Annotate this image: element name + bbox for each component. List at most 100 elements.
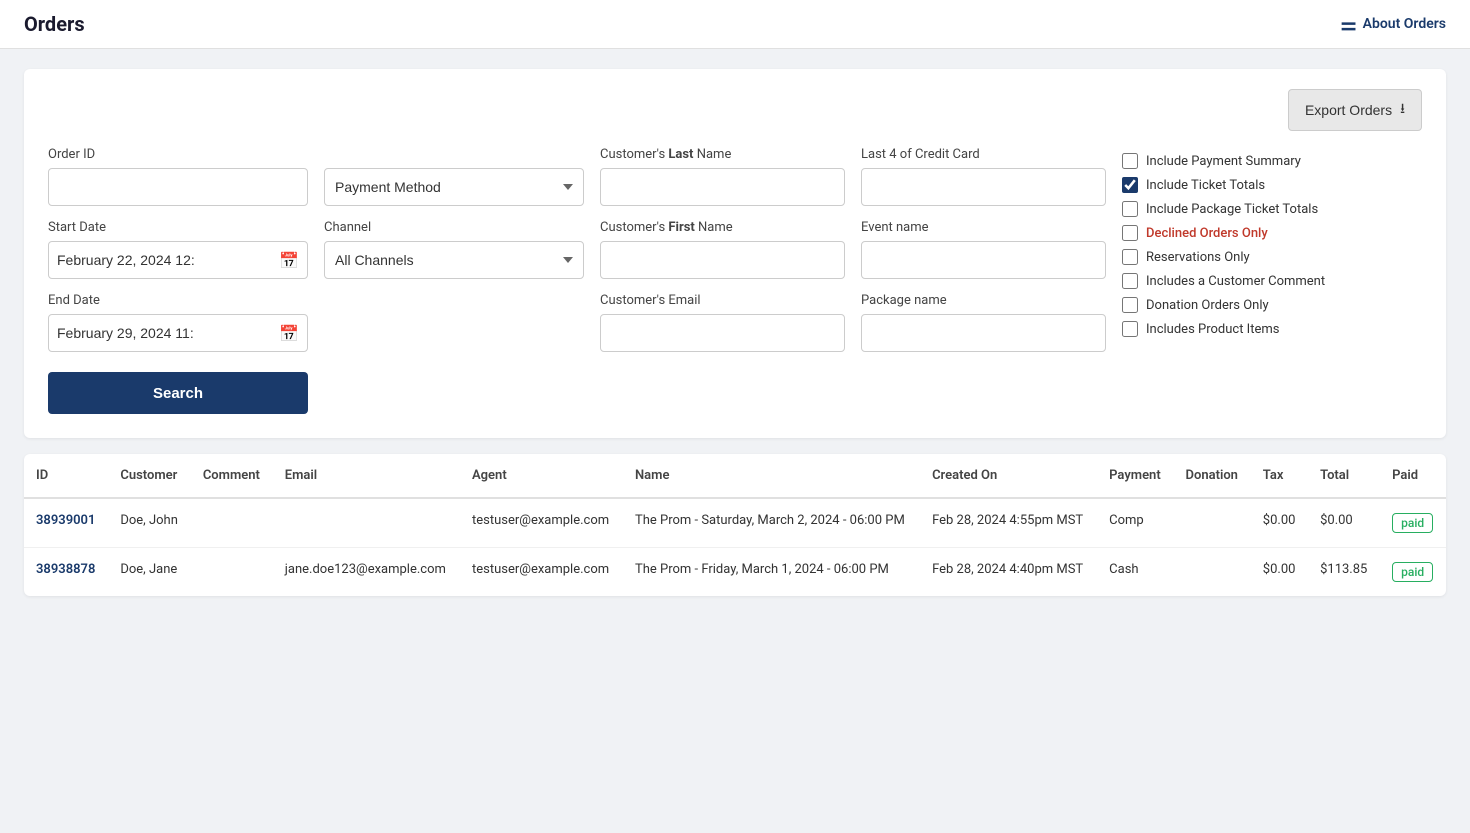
checkbox-reservations-only-label: Reservations Only [1146, 250, 1250, 265]
checkbox-includes-product-items-label: Includes Product Items [1146, 322, 1279, 337]
checkbox-include-package-ticket-totals[interactable]: Include Package Ticket Totals [1122, 199, 1422, 219]
paid-badge: paid [1392, 513, 1433, 533]
channel-label: Channel [324, 220, 584, 235]
customer-first-name-input[interactable] [600, 241, 845, 279]
checkbox-declined-orders-only-input[interactable] [1122, 225, 1138, 241]
about-icon: ⚌ [1341, 14, 1357, 35]
order-id-input[interactable] [48, 168, 308, 206]
event-name-label: Event name [861, 220, 1106, 235]
table-row: 38938878 Doe, Jane jane.doe123@example.c… [24, 548, 1446, 597]
payment-method-label [324, 147, 584, 162]
checkbox-donation-orders-only-label: Donation Orders Only [1146, 298, 1269, 313]
customer-email-group: Customer's Email [600, 293, 845, 352]
checkbox-donation-orders-only-input[interactable] [1122, 297, 1138, 313]
col-header-tax: Tax [1251, 454, 1308, 498]
last4-cc-label: Last 4 of Credit Card [861, 147, 1106, 162]
end-date-input[interactable] [57, 325, 275, 341]
checkbox-includes-product-items-input[interactable] [1122, 321, 1138, 337]
checkbox-includes-product-items[interactable]: Includes Product Items [1122, 319, 1422, 339]
main-content: Export Orders ⭳ Order ID Start Date 📅 [0, 49, 1470, 616]
col-2: Payment Method Credit Card Cash Comp Che… [324, 147, 584, 293]
checkbox-declined-orders-only[interactable]: Declined Orders Only [1122, 223, 1422, 243]
package-name-group: Package name [861, 293, 1106, 352]
checkbox-declined-orders-only-label: Declined Orders Only [1146, 226, 1268, 241]
end-date-label: End Date [48, 293, 308, 308]
table-body: 38939001 Doe, John testuser@example.com … [24, 498, 1446, 596]
search-button[interactable]: Search [48, 372, 308, 414]
end-date-calendar-icon[interactable]: 📅 [279, 324, 299, 343]
checkbox-includes-customer-comment-input[interactable] [1122, 273, 1138, 289]
cell-comment [191, 498, 273, 548]
table-header-row: ID Customer Comment Email Agent Name Cre… [24, 454, 1446, 498]
package-name-input[interactable] [861, 314, 1106, 352]
order-id-label: Order ID [48, 147, 308, 162]
start-date-label: Start Date [48, 220, 308, 235]
checkbox-reservations-only[interactable]: Reservations Only [1122, 247, 1422, 267]
checkbox-include-ticket-totals-input[interactable] [1122, 177, 1138, 193]
cell-name: The Prom - Saturday, March 2, 2024 - 06:… [623, 498, 920, 548]
top-bar: Orders ⚌ About Orders [0, 0, 1470, 49]
checkbox-donation-orders-only[interactable]: Donation Orders Only [1122, 295, 1422, 315]
checkbox-include-payment-summary-input[interactable] [1122, 153, 1138, 169]
cell-name: The Prom - Friday, March 1, 2024 - 06:00… [623, 548, 920, 597]
cell-payment: Comp [1097, 498, 1173, 548]
table-row: 38939001 Doe, John testuser@example.com … [24, 498, 1446, 548]
cell-comment [191, 548, 273, 597]
package-name-label: Package name [861, 293, 1106, 308]
start-date-wrapper: 📅 [48, 241, 308, 279]
export-icon: ⭳ [1400, 98, 1405, 122]
customer-email-input[interactable] [600, 314, 845, 352]
col-header-id: ID [24, 454, 108, 498]
orders-table: ID Customer Comment Email Agent Name Cre… [24, 454, 1446, 596]
export-row: Export Orders ⭳ [48, 89, 1422, 131]
order-id-group: Order ID [48, 147, 308, 206]
cell-donation [1174, 498, 1251, 548]
event-name-input[interactable] [861, 241, 1106, 279]
end-date-wrapper: 📅 [48, 314, 308, 352]
checkbox-include-payment-summary[interactable]: Include Payment Summary [1122, 151, 1422, 171]
checkbox-include-package-ticket-totals-input[interactable] [1122, 201, 1138, 217]
payment-method-group: Payment Method Credit Card Cash Comp Che… [324, 147, 584, 206]
checkbox-col: Include Payment Summary Include Ticket T… [1122, 147, 1422, 339]
col-header-customer: Customer [108, 454, 190, 498]
checkbox-includes-customer-comment-label: Includes a Customer Comment [1146, 274, 1325, 289]
checkbox-include-ticket-totals[interactable]: Include Ticket Totals [1122, 175, 1422, 195]
customer-email-label: Customer's Email [600, 293, 845, 308]
cell-id[interactable]: 38938878 [24, 548, 108, 597]
col-header-agent: Agent [460, 454, 623, 498]
cell-customer: Doe, Jane [108, 548, 190, 597]
cell-agent: testuser@example.com [460, 498, 623, 548]
cell-email: jane.doe123@example.com [273, 548, 460, 597]
filter-card: Export Orders ⭳ Order ID Start Date 📅 [24, 69, 1446, 438]
col-3: Customer's Last Name Customer's First Na… [600, 147, 845, 366]
cell-id[interactable]: 38939001 [24, 498, 108, 548]
col-header-paid: Paid [1380, 454, 1446, 498]
page-title: Orders [24, 12, 85, 36]
col-1: Order ID Start Date 📅 End Date 📅 [48, 147, 308, 414]
col-4: Last 4 of Credit Card Event name Package… [861, 147, 1106, 366]
about-orders-link[interactable]: ⚌ About Orders [1341, 14, 1447, 35]
start-date-input[interactable] [57, 252, 275, 268]
cell-total: $0.00 [1308, 498, 1380, 548]
end-date-group: End Date 📅 [48, 293, 308, 352]
export-orders-button[interactable]: Export Orders ⭳ [1288, 89, 1422, 131]
customer-first-name-group: Customer's First Name [600, 220, 845, 279]
checkbox-includes-customer-comment[interactable]: Includes a Customer Comment [1122, 271, 1422, 291]
checkbox-include-ticket-totals-label: Include Ticket Totals [1146, 178, 1265, 193]
col-header-created-on: Created On [920, 454, 1097, 498]
channel-select[interactable]: All Channels Online Box Office Mobile [324, 241, 584, 279]
checkbox-reservations-only-input[interactable] [1122, 249, 1138, 265]
cell-created-on: Feb 28, 2024 4:40pm MST [920, 548, 1097, 597]
start-date-group: Start Date 📅 [48, 220, 308, 279]
col-header-comment: Comment [191, 454, 273, 498]
col-header-total: Total [1308, 454, 1380, 498]
paid-badge: paid [1392, 562, 1433, 582]
col-header-donation: Donation [1174, 454, 1251, 498]
payment-method-select[interactable]: Payment Method Credit Card Cash Comp Che… [324, 168, 584, 206]
customer-last-name-input[interactable] [600, 168, 845, 206]
about-orders-label: About Orders [1363, 16, 1446, 32]
last4-cc-input[interactable] [861, 168, 1106, 206]
col-header-payment: Payment [1097, 454, 1173, 498]
cell-created-on: Feb 28, 2024 4:55pm MST [920, 498, 1097, 548]
start-date-calendar-icon[interactable]: 📅 [279, 251, 299, 270]
